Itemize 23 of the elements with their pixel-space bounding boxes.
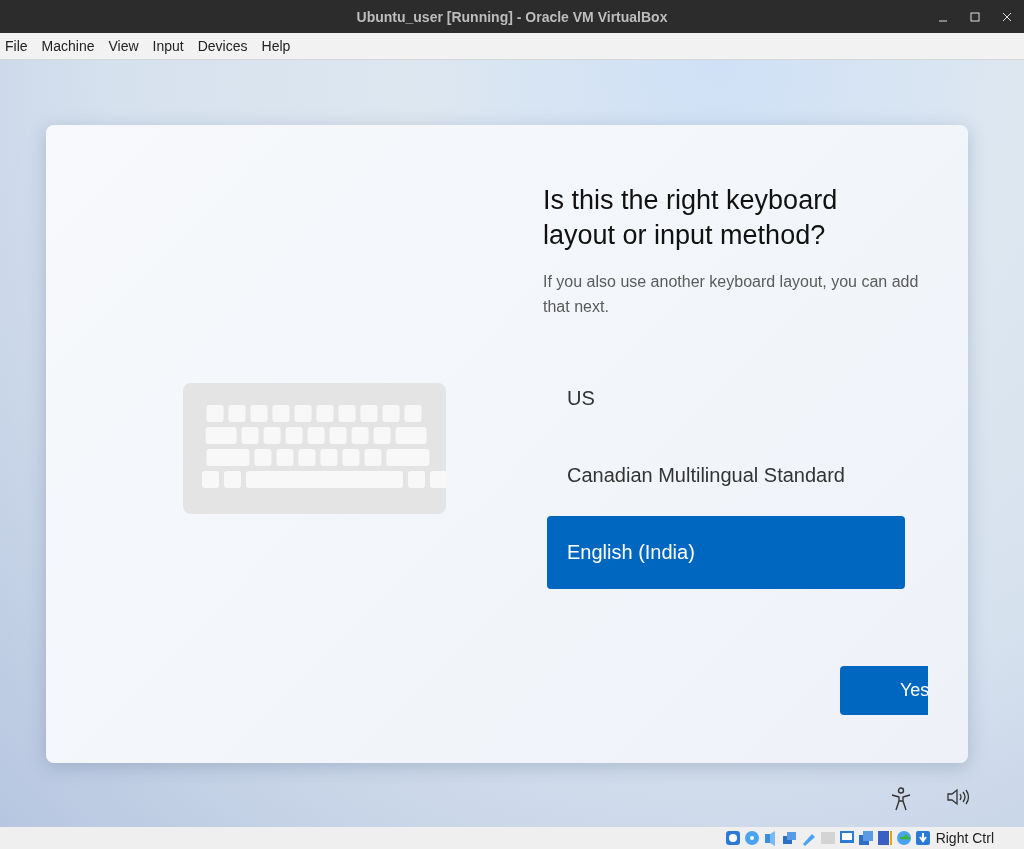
menu-item[interactable]: File — [5, 38, 28, 54]
menu-item[interactable]: Machine — [41, 38, 95, 54]
windows-icon[interactable] — [857, 830, 874, 846]
close-icon[interactable] — [1002, 11, 1012, 22]
menu-item[interactable]: Help — [261, 38, 291, 54]
menu-item[interactable]: View — [108, 38, 139, 54]
network-icon[interactable] — [781, 830, 798, 846]
setup-heading: Is this the right keyboard layout or input method? — [543, 184, 839, 252]
display-icon[interactable] — [838, 830, 855, 846]
menu-item[interactable]: Input — [152, 38, 184, 54]
speaker-icon[interactable] — [946, 787, 970, 807]
accessibility-icon[interactable] — [890, 787, 912, 811]
host-key-label: Right Ctrl — [935, 830, 994, 846]
window-title: Ubuntu_user [Running] - Oracle VM VirtualBox — [356, 8, 668, 25]
download-icon[interactable] — [914, 830, 931, 846]
layout-option[interactable]: US — [547, 362, 905, 435]
maximize-icon[interactable] — [970, 11, 980, 22]
menu-item[interactable]: Devices — [197, 38, 248, 54]
layout-option[interactable]: English (India) — [547, 516, 905, 589]
setup-subtitle: If you also use another keyboard layout, you can add that next. — [543, 272, 920, 317]
layout-option[interactable]: Canadian Multilingual Standard — [547, 439, 905, 512]
yes-button[interactable]: Yes — [840, 666, 928, 715]
optical-disc-icon[interactable] — [743, 830, 760, 846]
